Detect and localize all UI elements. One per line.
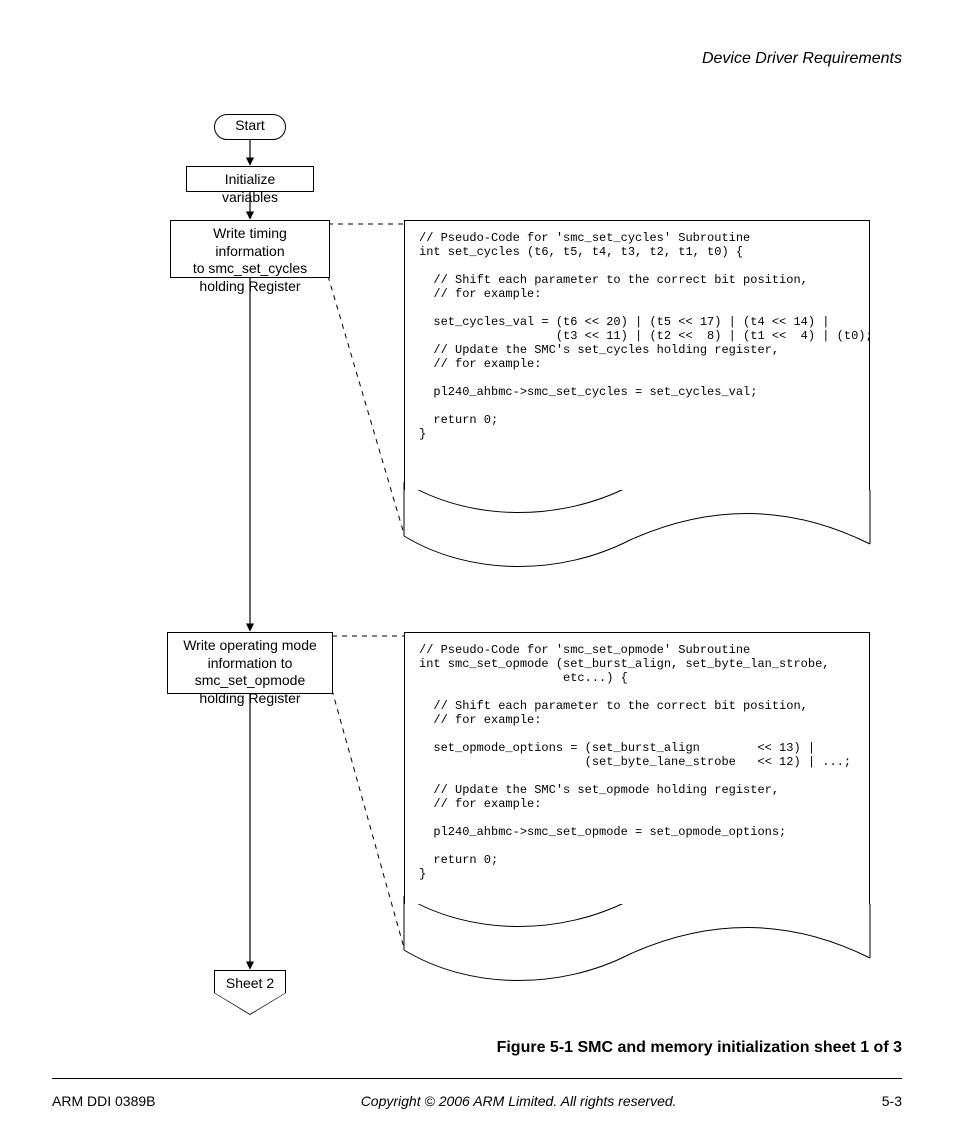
offpage-sheet2: Sheet 2 [214,970,286,1015]
page-footer: ARM DDI 0389B Copyright © 2006 ARM Limit… [52,1093,902,1109]
page: Device Driver Requirements [0,0,954,1145]
page-header: Device Driver Requirements [702,50,902,68]
offpage-label: Sheet 2 [214,970,286,993]
offpage-arrowhead [214,993,286,1015]
figure-caption: Figure 5-1 SMC and memory initialization… [497,1039,902,1057]
footer-divider [52,1078,902,1079]
footer-doc-id: ARM DDI 0389B [52,1093,155,1109]
init-variables-node: Initialize variables [186,166,314,192]
set-opmode-code: // Pseudo-Code for 'smc_set_opmode' Subr… [404,632,870,904]
write-opmode-node: Write operating mode information to smc_… [167,632,333,694]
flowchart-diagram: Start Initialize variables Write timing … [0,90,954,1030]
set-cycles-code: // Pseudo-Code for 'smc_set_cycles' Subr… [404,220,870,490]
start-node: Start [214,114,286,140]
write-timing-node: Write timing information to smc_set_cycl… [170,220,330,278]
footer-copyright: Copyright © 2006 ARM Limited. All rights… [361,1093,677,1109]
footer-page-number: 5-3 [882,1093,902,1109]
